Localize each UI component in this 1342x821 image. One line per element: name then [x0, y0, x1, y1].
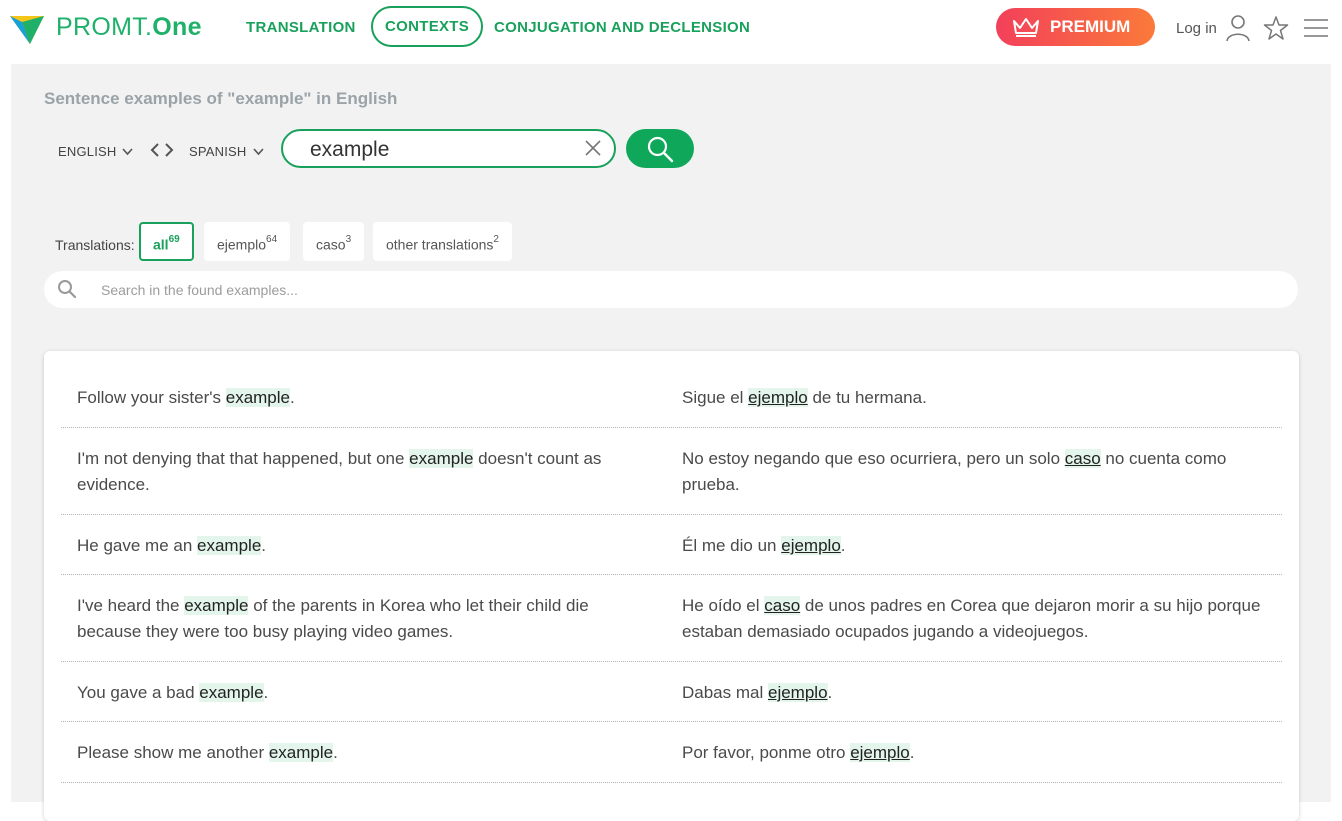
brand-name: PROMT.One: [56, 12, 202, 41]
translations-label: Translations:: [55, 237, 135, 253]
examples-card: Follow your sister's example. Sigue el e…: [44, 351, 1299, 821]
example-row: He gave me an example. Él me dio un ejem…: [61, 516, 1282, 575]
translation-chip-other[interactable]: other translations2: [373, 222, 512, 261]
search-input[interactable]: example: [281, 129, 616, 168]
page-subtitle: Sentence examples of "example" in Englis…: [44, 89, 398, 108]
nav-translation[interactable]: TRANSLATION: [246, 19, 356, 36]
translation-highlight[interactable]: ejemplo: [767, 683, 828, 702]
example-source: He gave me an example.: [77, 536, 267, 555]
translation-chip-caso[interactable]: caso3: [303, 222, 365, 261]
example-translation: He oído el caso de unos padres en Corea …: [682, 596, 1261, 641]
example-translation: Por favor, ponme otro ejemplo.: [682, 743, 915, 762]
source-highlight: example: [197, 536, 262, 555]
search-button[interactable]: [626, 129, 694, 168]
translation-highlight[interactable]: caso: [1064, 449, 1101, 468]
main-panel: Sentence examples of "example" in Englis…: [11, 64, 1331, 821]
source-highlight: example: [409, 449, 474, 468]
user-icon[interactable]: [1226, 14, 1250, 42]
example-source: You gave a bad example.: [77, 683, 269, 702]
premium-button[interactable]: PREMIUM: [996, 8, 1155, 46]
chevron-down-icon: [122, 147, 134, 155]
login-link[interactable]: Log in: [1176, 20, 1217, 37]
source-highlight: example: [184, 596, 249, 615]
example-source: I'm not denying that that happened, but …: [77, 449, 602, 494]
translation-highlight[interactable]: ejemplo: [850, 743, 910, 762]
translation-highlight[interactable]: caso: [764, 596, 801, 615]
example-source: Follow your sister's example.: [77, 388, 295, 407]
chevron-down-icon: [252, 147, 264, 155]
nav-contexts[interactable]: CONTEXTS: [371, 6, 484, 47]
premium-label: PREMIUM: [1050, 17, 1131, 36]
source-highlight: example: [225, 388, 290, 407]
examples-filter-input[interactable]: Search in the found examples...: [44, 271, 1298, 308]
source-highlight: example: [199, 683, 264, 702]
example-translation: Él me dio un ejemplo.: [682, 536, 846, 555]
search-icon: [647, 136, 674, 162]
example-translation: Sigue el ejemplo de tu hermana.: [682, 388, 927, 407]
top-header: PROMT.One TRANSLATION CONTEXTS CONJUGATI…: [0, 0, 1342, 62]
example-row: Follow your sister's example. Sigue el e…: [61, 351, 1282, 428]
translation-chip-all[interactable]: all69: [139, 222, 194, 261]
example-source: I've heard the example of the parents in…: [77, 596, 589, 641]
search-query: example: [310, 138, 390, 161]
example-source: Please show me another example.: [77, 743, 338, 762]
target-language-label: SPANISH: [189, 144, 247, 159]
example-row: You gave a bad example. Dabas mal ejempl…: [61, 663, 1282, 722]
swap-languages-icon[interactable]: [150, 142, 174, 158]
example-row: I've heard the example of the parents in…: [61, 576, 1282, 662]
example-row: I'm not denying that that happened, but …: [61, 429, 1282, 515]
translation-chip-ejemplo[interactable]: ejemplo64: [204, 222, 291, 261]
example-translation: No estoy negando que eso ocurriera, pero…: [682, 449, 1227, 494]
promt-logo[interactable]: PROMT.One: [8, 8, 202, 46]
translation-highlight[interactable]: ejemplo: [748, 388, 808, 407]
star-icon[interactable]: [1263, 15, 1289, 41]
example-translation: Dabas mal ejemplo.: [682, 683, 833, 702]
example-row: Please show me another example. Por favo…: [61, 723, 1282, 783]
target-language-select[interactable]: SPANISH: [189, 144, 264, 159]
filter-placeholder: Search in the found examples...: [101, 282, 298, 298]
clear-icon[interactable]: [584, 139, 602, 157]
source-language-label: ENGLISH: [58, 144, 117, 159]
translation-highlight[interactable]: ejemplo: [781, 536, 841, 555]
crown-icon: [1013, 18, 1039, 37]
promt-logo-icon: [10, 16, 44, 44]
source-language-select[interactable]: ENGLISH: [58, 144, 134, 159]
nav-conjugation[interactable]: CONJUGATION AND DECLENSION: [494, 19, 750, 36]
search-icon: [58, 280, 77, 299]
menu-icon[interactable]: [1303, 18, 1329, 38]
source-highlight: example: [268, 743, 334, 762]
